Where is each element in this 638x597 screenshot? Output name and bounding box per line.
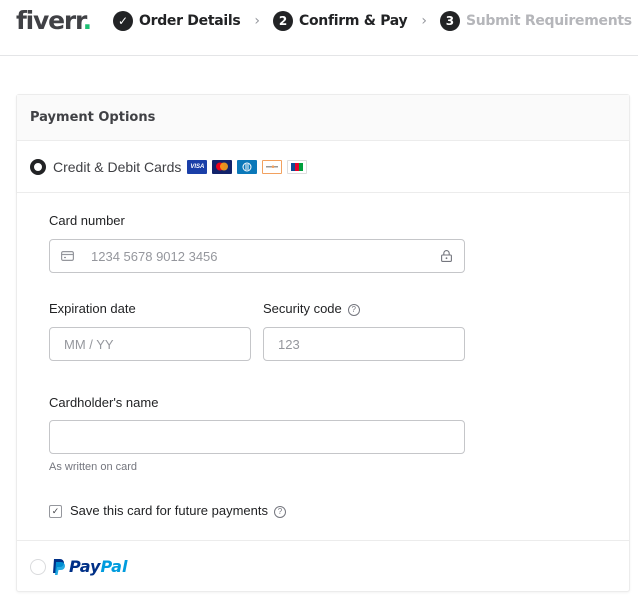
help-icon[interactable]: ? (347, 303, 360, 316)
diners-club-icon (237, 159, 258, 174)
payment-option-paypal[interactable]: Pay Pal (17, 540, 629, 592)
visa-icon: VISA (187, 159, 208, 174)
step-label: Confirm & Pay (299, 13, 408, 29)
security-code-input[interactable]: 123 (263, 327, 465, 361)
discover-icon (262, 159, 283, 174)
checkout-steps: ✓ Order Details › 2 Confirm & Pay › 3 Su… (113, 11, 632, 31)
expiration-input[interactable]: MM / YY (49, 327, 251, 361)
paypal-pal-text: Pal (100, 557, 128, 576)
save-card-label-text: Save this card for future payments (70, 503, 268, 518)
security-code-label: Security code? (263, 301, 360, 316)
paypal-logo: Pay Pal (52, 557, 127, 576)
lock-icon (441, 250, 452, 262)
step-order-details[interactable]: ✓ Order Details (113, 11, 241, 31)
chevron-right-icon: › (421, 13, 427, 29)
step-confirm-pay: 2 Confirm & Pay (273, 11, 408, 31)
fiverr-logo[interactable]: fiverr. (16, 6, 93, 35)
card-number-label: Card number (49, 213, 125, 228)
cardholder-label: Cardholder's name (49, 395, 159, 410)
jcb-icon (287, 159, 308, 174)
cardholder-hint: As written on card (49, 461, 138, 473)
credit-card-icon (61, 251, 74, 261)
header: fiverr. ✓ Order Details › 2 Confirm & Pa… (0, 0, 638, 56)
expiration-label: Expiration date (49, 301, 136, 316)
step-number: 3 (439, 11, 460, 31)
paypal-p-icon (52, 558, 65, 575)
logo-dot: . (82, 6, 93, 35)
card-form: Card number 1234 5678 9012 3456 Expirati… (17, 193, 629, 540)
expiration-placeholder: MM / YY (64, 336, 114, 352)
paypal-pay-text: Pay (69, 557, 101, 576)
save-card-checkbox[interactable]: ✓ (49, 505, 62, 518)
step-submit-requirements: 3 Submit Requirements (439, 11, 632, 31)
card-brand-logos: VISA (187, 159, 308, 174)
radio-cards[interactable] (30, 158, 46, 175)
help-icon[interactable]: ? (273, 505, 286, 518)
panel-header: Payment Options (17, 95, 629, 141)
chevron-right-icon: › (254, 13, 260, 29)
save-card-label[interactable]: Save this card for future payments? (70, 503, 286, 518)
mastercard-icon (212, 159, 233, 174)
step-label: Submit Requirements (465, 13, 632, 29)
security-code-label-text: Security code (263, 301, 342, 316)
security-code-placeholder: 123 (278, 336, 300, 352)
step-label: Order Details (139, 13, 241, 29)
radio-paypal[interactable] (30, 558, 46, 575)
cardholder-name-input[interactable] (49, 420, 465, 454)
payment-options-panel: Payment Options Credit & Debit Cards VIS… (16, 94, 630, 592)
option-label: Credit & Debit Cards (53, 158, 182, 175)
payment-option-cards[interactable]: Credit & Debit Cards VISA (17, 141, 629, 193)
card-number-input[interactable]: 1234 5678 9012 3456 (49, 239, 465, 273)
check-icon: ✓ (113, 11, 133, 31)
card-number-placeholder: 1234 5678 9012 3456 (91, 248, 218, 264)
logo-text: fiverr (16, 6, 84, 35)
step-number: 2 (273, 11, 293, 31)
panel-title: Payment Options (30, 110, 156, 125)
